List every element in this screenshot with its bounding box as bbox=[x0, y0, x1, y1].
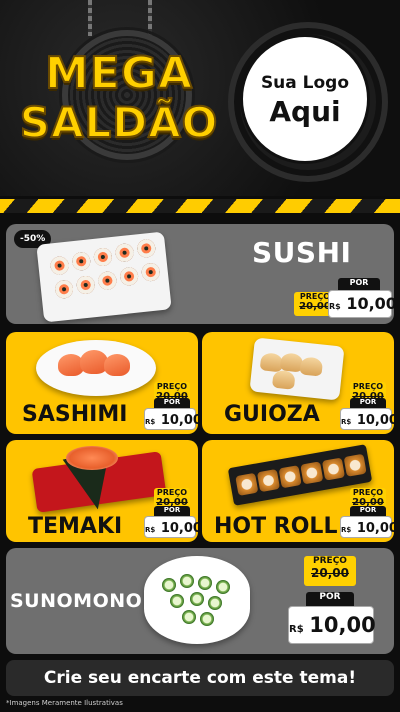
product-name: GUIOZA bbox=[224, 402, 320, 427]
currency: R$ bbox=[289, 624, 304, 635]
new-price-tag: R$ 10,00 bbox=[328, 290, 394, 318]
preco-label: PREÇO bbox=[352, 488, 384, 497]
new-price-tag: R$ 10,00 bbox=[288, 606, 376, 644]
sashimi-image bbox=[36, 340, 156, 396]
preco-label: PREÇO bbox=[156, 382, 188, 391]
por-label: POR bbox=[306, 592, 354, 606]
new-price: 10,00 bbox=[309, 613, 376, 637]
new-price-tag: R$ 10,00 bbox=[340, 516, 394, 538]
preco-label: PREÇO bbox=[299, 292, 331, 301]
por-label: POR bbox=[154, 506, 190, 516]
new-price-tag: R$ 10,00 bbox=[144, 408, 198, 430]
por-label: POR bbox=[350, 506, 386, 516]
product-card-temaki[interactable]: TEMAKI PREÇO 20,00 POR R$ 10,00 bbox=[6, 440, 198, 542]
new-price: 10,00 bbox=[160, 413, 198, 428]
currency: R$ bbox=[341, 418, 352, 426]
currency: R$ bbox=[341, 526, 352, 534]
title-saldao: SALDÃO bbox=[19, 97, 219, 148]
new-price: 10,00 bbox=[356, 413, 394, 428]
chain-right bbox=[148, 0, 152, 36]
preco-label: PREÇO bbox=[313, 556, 347, 566]
logo-text-line2: Aqui bbox=[269, 95, 341, 128]
product-name: HOT ROLL bbox=[214, 514, 338, 539]
por-label: POR bbox=[154, 398, 190, 408]
old-price: 20,00 bbox=[311, 566, 349, 580]
featured-card-sushi[interactable]: -50% SUSHI PREÇO 20,00 POR R$ 10,00 bbox=[6, 224, 394, 324]
sunomono-image bbox=[144, 556, 250, 644]
logo-text-line1: Sua Logo bbox=[260, 73, 350, 93]
product-card-hot-roll[interactable]: HOT ROLL PREÇO 20,00 POR R$ 10,00 bbox=[202, 440, 394, 542]
sushi-image bbox=[36, 231, 172, 323]
currency: R$ bbox=[145, 418, 156, 426]
new-price-tag: R$ 10,00 bbox=[340, 408, 394, 430]
new-price: 10,00 bbox=[356, 521, 394, 536]
product-name: SASHIMI bbox=[22, 402, 128, 427]
product-card-sunomono[interactable]: SUNOMONO PREÇO 20,00 POR R$ 10,00 bbox=[6, 548, 394, 654]
preco-label: PREÇO bbox=[156, 488, 188, 497]
old-price-tag: PREÇO 20,00 bbox=[350, 488, 386, 508]
footnote: *Imagens Meramente Ilustrativas bbox=[6, 699, 123, 707]
product-name: SUNOMONO bbox=[10, 590, 143, 612]
old-price-tag: PREÇO 20,00 bbox=[304, 556, 356, 586]
product-card-guioza[interactable]: GUIOZA PREÇO 20,00 POR R$ 10,00 bbox=[202, 332, 394, 434]
cta-banner[interactable]: Crie seu encarte com este tema! bbox=[6, 660, 394, 696]
guioza-image bbox=[249, 337, 345, 401]
new-price-tag: R$ 10,00 bbox=[144, 516, 198, 538]
por-label: POR bbox=[350, 398, 386, 408]
currency: R$ bbox=[145, 526, 156, 534]
por-label: POR bbox=[338, 278, 380, 290]
product-name: SUSHI bbox=[252, 236, 352, 269]
currency: R$ bbox=[329, 302, 341, 311]
product-name: TEMAKI bbox=[28, 514, 123, 539]
logo-placeholder: Sua Logo Aqui bbox=[240, 34, 370, 164]
title-mega: MEGA bbox=[44, 47, 193, 100]
old-price-tag: PREÇO 20,00 bbox=[154, 488, 190, 508]
header: MEGA SALDÃO Sua Logo Aqui bbox=[0, 0, 400, 196]
chain-left bbox=[88, 0, 92, 36]
new-price: 10,00 bbox=[346, 294, 394, 313]
product-card-sashimi[interactable]: SASHIMI PREÇO 20,00 POR R$ 10,00 bbox=[6, 332, 198, 434]
hazard-stripe bbox=[0, 199, 400, 213]
new-price: 10,00 bbox=[160, 521, 198, 536]
preco-label: PREÇO bbox=[352, 382, 384, 391]
